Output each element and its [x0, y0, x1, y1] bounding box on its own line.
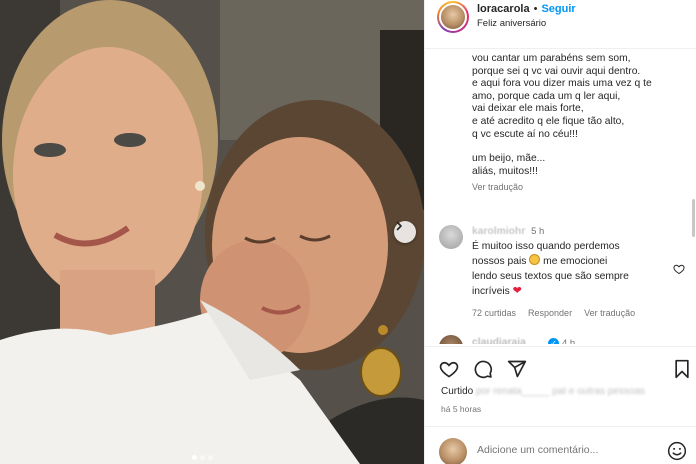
commenter-username[interactable]: claudiaraia — [472, 337, 526, 344]
post-actions-bar — [425, 346, 696, 386]
caption-translate-link[interactable]: Ver tradução — [472, 181, 687, 194]
author-avatar[interactable] — [437, 1, 469, 33]
photo-illustration — [0, 0, 424, 464]
post-subtitle: Feliz aniversário — [477, 18, 547, 29]
comment-likes-count[interactable]: 72 curtidas — [472, 306, 516, 321]
follow-button[interactable]: Seguir — [541, 3, 575, 15]
bookmark-icon[interactable] — [673, 359, 691, 379]
caption-line: aliás, muitos!!! — [472, 165, 538, 177]
carousel-dot — [200, 455, 205, 460]
comment-translate-link[interactable]: Ver tradução — [584, 306, 635, 321]
liked-by-text: Curtido por renata_____ pat e outras pes… — [441, 386, 645, 397]
comment-like-heart-icon[interactable] — [673, 263, 685, 275]
share-icon[interactable] — [507, 359, 527, 379]
carousel-indicator — [192, 455, 213, 460]
caption-line: e até acredito q ele fique tão alto, — [472, 115, 625, 127]
liked-by-label: por — [476, 386, 491, 397]
comment-text-line: nossos pais me emocionei — [472, 254, 608, 268]
smile-icon[interactable] — [667, 441, 687, 461]
comment-text-line: lendo seus textos que são sempre — [472, 270, 629, 282]
verified-badge-icon: ✓ — [548, 338, 559, 344]
caption-line: vou cantar um parabéns sem som, — [472, 53, 631, 64]
carousel-next-button[interactable] — [394, 221, 416, 243]
caption-line: e aqui fora vou dizer mais uma vez q te — [472, 78, 652, 90]
post-header: loracarola • Seguir Feliz aniversário — [425, 0, 696, 34]
post-caption: vou cantar um parabéns sem som, porque s… — [472, 53, 687, 194]
reply-button[interactable]: Responder — [528, 306, 572, 321]
add-comment-bar — [425, 426, 696, 464]
viewer-avatar — [439, 438, 467, 464]
caption-line: amo, porque cada um q ler aqui, — [472, 90, 621, 102]
comment-text-line: É muitoo isso quando perdemos — [472, 240, 620, 252]
chevron-right-icon — [396, 221, 402, 231]
comment-time: 5 h — [531, 226, 545, 237]
liked-by-names[interactable]: renata_____ pat e outras pessoas — [493, 386, 645, 397]
comment-item: claudiaraia ✓ 4 h — [439, 335, 689, 344]
commenter-username[interactable]: karolmiohr — [472, 226, 525, 237]
post-photo[interactable] — [0, 0, 424, 464]
comment-icon[interactable] — [473, 359, 493, 379]
caption-line: q vc escute aí no céu!!! — [472, 128, 578, 140]
comments-scroll-area[interactable]: vou cantar um parabéns sem som, porque s… — [425, 48, 696, 344]
post-details-panel: loracarola • Seguir Feliz aniversário vo… — [424, 0, 696, 464]
commenter-avatar[interactable] — [439, 225, 463, 249]
caption-line: porque sei q vc vai ouvir aqui dentro. — [472, 65, 641, 77]
carousel-dot — [208, 455, 213, 460]
add-comment-input[interactable] — [477, 444, 657, 456]
comment-text-line: incríveis ❤ — [472, 285, 522, 298]
caption-line: um beijo, mãe... — [472, 153, 546, 165]
scrollbar[interactable] — [692, 199, 695, 237]
commenter-avatar[interactable] — [439, 335, 463, 344]
separator-dot: • — [533, 3, 538, 15]
caption-line: vai deixar ele mais forte, — [472, 103, 584, 115]
carousel-dot — [192, 455, 197, 460]
red-heart-emoji-icon: ❤ — [512, 285, 522, 298]
comment-time: 4 h — [562, 338, 576, 344]
heart-icon[interactable] — [439, 359, 459, 379]
sad-face-emoji-icon — [529, 254, 541, 266]
posted-time: há 5 horas — [441, 404, 482, 414]
liked-by-prefix: Curtido — [441, 386, 474, 397]
author-username[interactable]: loracarola — [477, 3, 530, 15]
